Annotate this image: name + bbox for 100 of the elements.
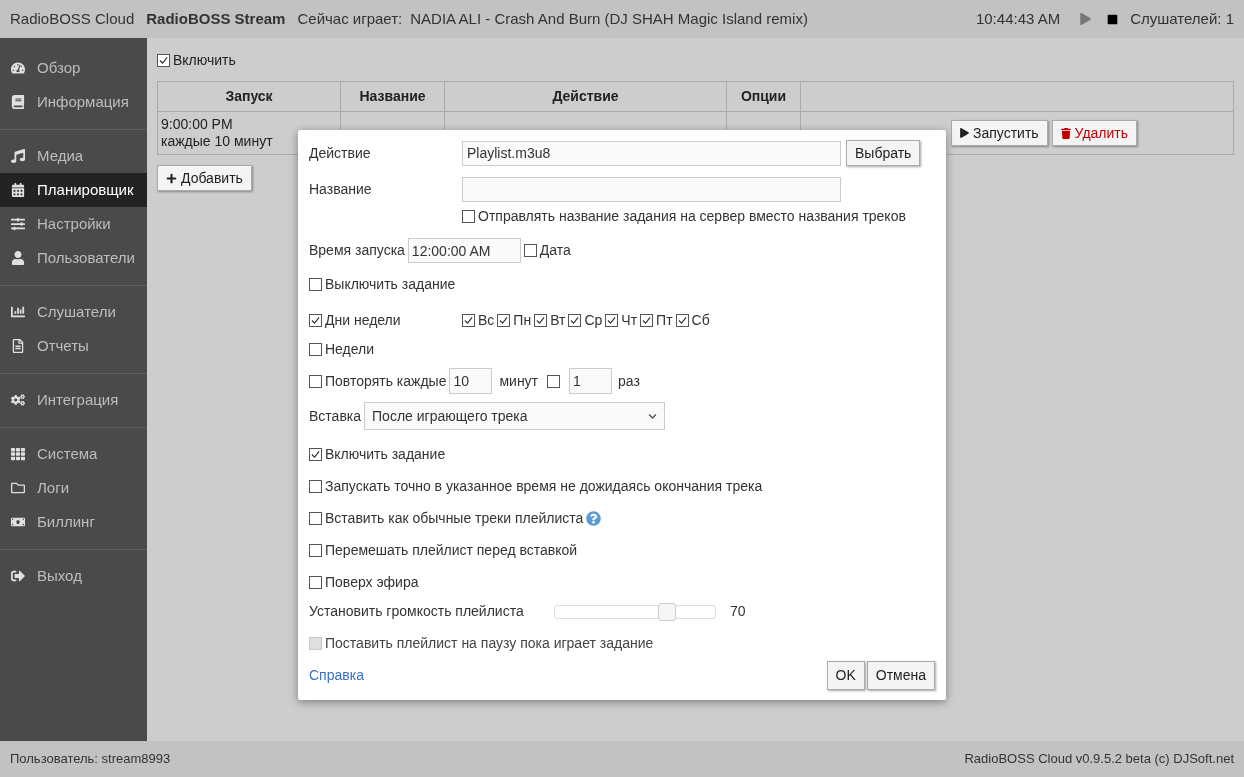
repeat-count-field[interactable]: 1 <box>569 368 613 394</box>
send-name-label: Отправлять название задания на сервер вместо названия треков <box>478 207 906 226</box>
ok-button[interactable]: OK <box>826 661 865 690</box>
checkbox[interactable] <box>157 54 170 67</box>
checkbox[interactable] <box>309 512 322 525</box>
checkbox[interactable] <box>309 374 322 388</box>
run-button[interactable]: Запустить <box>951 120 1048 146</box>
current-user: Пользователь: stream8993 <box>10 750 171 769</box>
volume-slider-handle[interactable] <box>658 602 676 621</box>
repeat-label: Повторять каждые <box>325 371 447 391</box>
column-header: Название <box>340 81 445 112</box>
start-time-label: Время запуска <box>309 241 405 260</box>
times-label: раз <box>618 371 640 391</box>
column-header: Опции <box>726 81 801 112</box>
checkbox[interactable] <box>309 278 322 291</box>
volume-value: 70 <box>730 602 746 621</box>
listeners-count: Слушателей: 1 <box>1130 8 1234 29</box>
pause-playlist-label: Поставить плейлист на паузу пока играет задание <box>325 634 654 653</box>
day-label: Пн <box>513 311 532 330</box>
sliders-icon <box>11 217 25 231</box>
sidebar-item[interactable]: Настройки <box>0 207 147 241</box>
gauge-icon <box>11 61 25 75</box>
checkbox[interactable] <box>309 343 322 356</box>
start-time-field[interactable]: 12:00:00 AM <box>407 238 521 263</box>
choose-button[interactable]: Выбрать <box>846 140 921 166</box>
weekdays-label: Дни недели <box>325 311 401 330</box>
checkbox[interactable] <box>309 314 322 327</box>
sidebar-item[interactable]: Интеграция <box>0 383 147 417</box>
option-label: Перемешать плейлист перед вставкой <box>325 541 578 560</box>
now-playing-track: NADIA ALI - Crash And Burn (DJ SHAH Magic Island remix) <box>410 8 808 29</box>
day-label: Сб <box>691 311 710 330</box>
option-label: Запускать точно в указанное время не дожидаясь окончания трека <box>325 477 763 496</box>
cancel-button[interactable]: Отмена <box>866 661 935 690</box>
trash-icon <box>1060 127 1071 139</box>
station-name: RadioBOSS Stream <box>146 8 286 29</box>
add-button[interactable]: Добавить <box>157 165 252 191</box>
sidebar-item[interactable]: Отчеты <box>0 329 147 363</box>
sidebar-item[interactable]: Медиа <box>0 139 147 173</box>
sidebar-item[interactable]: Планировщик <box>0 173 147 207</box>
stop-icon[interactable] <box>1107 13 1119 25</box>
play-icon <box>960 128 969 138</box>
music-note-icon <box>11 149 25 163</box>
repeat-interval-field[interactable]: 10 <box>449 368 493 394</box>
sidebar-item[interactable]: Пользователи <box>0 241 147 275</box>
help-icon[interactable] <box>586 511 602 526</box>
action-field[interactable]: Playlist.m3u8 <box>462 140 841 166</box>
name-field[interactable] <box>462 177 841 202</box>
sidebar-item[interactable]: Система <box>0 437 147 471</box>
checkbox[interactable] <box>568 314 582 327</box>
enable-label: Включить <box>173 51 236 70</box>
checkbox[interactable] <box>640 314 654 327</box>
name-label: Название <box>309 180 373 199</box>
checkbox[interactable] <box>462 314 475 327</box>
day-label: Вт <box>550 311 566 330</box>
option-label: Поверх эфира <box>325 573 419 592</box>
bar-chart-icon <box>11 305 25 319</box>
checkbox[interactable] <box>309 576 322 589</box>
checkbox[interactable] <box>309 544 322 557</box>
gears-icon <box>11 393 25 407</box>
grid-icon <box>11 447 25 461</box>
volume-label: Установить громкость плейлиста <box>309 602 525 621</box>
sidebar-item[interactable]: Информация <box>0 85 147 119</box>
chevron-down-icon <box>648 411 658 421</box>
version-info: RadioBOSS Cloud v0.9.5.2 beta (c) DJSoft.net <box>964 750 1234 769</box>
checkbox[interactable] <box>497 314 511 327</box>
disable-task-label: Выключить задание <box>325 275 456 294</box>
checkbox[interactable] <box>462 210 475 223</box>
day-label: Чт <box>621 311 638 330</box>
checkbox[interactable] <box>523 244 537 257</box>
checkbox[interactable] <box>547 374 561 388</box>
delete-button[interactable]: Удалить <box>1051 120 1138 146</box>
sidebar-item[interactable]: Биллинг <box>0 505 147 539</box>
document-icon <box>11 339 25 353</box>
insert-label: Вставка <box>309 406 362 426</box>
banknote-icon <box>11 515 25 529</box>
insert-dropdown[interactable]: После играющего трека <box>364 402 666 430</box>
clock: 10:44:43 AM <box>975 8 1061 29</box>
option-label: Вставить как обычные треки плейлиста <box>325 509 584 528</box>
sidebar-item[interactable]: Логи <box>0 471 147 505</box>
column-header: Запуск <box>157 81 341 112</box>
app-title: RadioBOSS Cloud <box>10 8 135 29</box>
book-icon <box>11 95 25 109</box>
minutes-label: минут <box>499 371 539 391</box>
checkbox[interactable] <box>675 314 689 327</box>
day-label: Вс <box>478 311 495 330</box>
help-link[interactable]: Справка <box>309 665 364 686</box>
date-label: Дата <box>539 241 571 260</box>
option-label: Включить задание <box>325 445 446 464</box>
sidebar-item[interactable]: Слушатели <box>0 295 147 329</box>
sidebar-item[interactable]: Выход <box>0 559 147 593</box>
checkbox[interactable] <box>309 480 322 493</box>
play-icon[interactable] <box>1080 13 1092 25</box>
plus-icon <box>166 172 177 184</box>
day-label: Ср <box>584 311 603 330</box>
sidebar-item[interactable]: Обзор <box>0 51 147 85</box>
checkbox[interactable] <box>309 448 322 461</box>
checkbox[interactable] <box>534 314 548 327</box>
calendar-icon <box>11 183 25 197</box>
folder-icon <box>11 481 25 495</box>
checkbox[interactable] <box>605 314 619 327</box>
